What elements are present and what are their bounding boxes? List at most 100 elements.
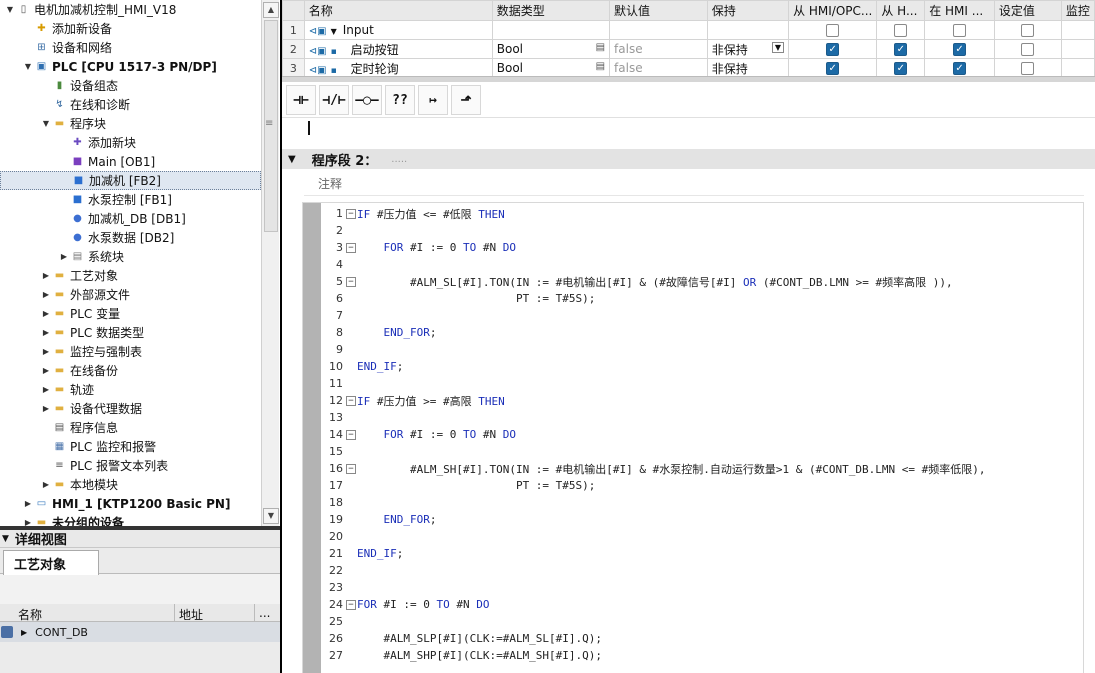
- code-line[interactable]: 22: [321, 562, 1083, 579]
- code-line[interactable]: 9: [321, 341, 1083, 358]
- checkbox-cell[interactable]: ✓: [788, 58, 878, 76]
- expand-right-icon[interactable]: ▶: [40, 404, 52, 413]
- retain-cell[interactable]: 非保持: [706, 58, 790, 76]
- code-line[interactable]: 18: [321, 494, 1083, 511]
- network-comment[interactable]: 注释: [318, 175, 342, 192]
- tree-item[interactable]: ▦ PLC 监控和报警: [0, 437, 261, 456]
- tree-item[interactable]: ■ 水泵控制 [FB1]: [0, 190, 261, 209]
- code-line[interactable]: 27 #ALM_SHP[#I](CLK:=#ALM_SH[#I].Q);: [321, 647, 1083, 664]
- checkbox-cell[interactable]: [993, 20, 1062, 40]
- checkbox[interactable]: ✓: [826, 62, 840, 75]
- variable-name-cell[interactable]: ⊲▣ ▪ 启动按钮: [303, 39, 493, 59]
- checkbox[interactable]: [953, 24, 967, 37]
- interface-row[interactable]: 1 ⊲▣ ▼ Input: [282, 20, 1095, 40]
- code-line[interactable]: 17 PT := T#5S);: [321, 477, 1083, 494]
- network-title-placeholder[interactable]: .....: [391, 154, 407, 165]
- close-branch-icon[interactable]: ⬏: [451, 85, 481, 115]
- scroll-down-icon[interactable]: ▼: [263, 508, 279, 524]
- tree-item[interactable]: ▶ ▬ PLC 数据类型: [0, 323, 261, 342]
- interface-column-header[interactable]: [282, 0, 305, 21]
- col-address[interactable]: 地址: [175, 604, 255, 622]
- code-line[interactable]: 23: [321, 579, 1083, 596]
- expand-right-icon[interactable]: ▶: [40, 271, 52, 280]
- data-type-cell[interactable]: Bool ▤: [491, 39, 611, 59]
- interface-column-header[interactable]: 从 HMI/OPC...: [788, 0, 878, 21]
- detail-view-header[interactable]: ▼ 详细视图: [0, 530, 280, 548]
- tree-item[interactable]: ▶ ▬ 轨迹: [0, 380, 261, 399]
- chevron-down-icon[interactable]: ▼: [2, 534, 9, 544]
- code-line[interactable]: 6 PT := T#5S);: [321, 290, 1083, 307]
- tree-item[interactable]: ✚ 添加新块: [0, 133, 261, 152]
- tree-item[interactable]: ≡ PLC 报警文本列表: [0, 456, 261, 475]
- comment-box[interactable]: [304, 170, 1084, 196]
- checkbox-cell[interactable]: ✓: [876, 39, 926, 59]
- expand-right-icon[interactable]: ▶: [58, 252, 70, 261]
- retain-cell[interactable]: 非保持 ▼: [706, 39, 790, 59]
- code-line[interactable]: 16− #ALM_SH[#I].TON(IN := #电机输出[#I] & #水…: [321, 460, 1083, 477]
- tree-item[interactable]: ▶ ▬ 未分组的设备: [0, 513, 261, 526]
- fold-icon[interactable]: −: [346, 463, 356, 474]
- checkbox[interactable]: [826, 24, 840, 37]
- interface-column-header[interactable]: 从 H...: [876, 0, 926, 21]
- tree-item[interactable]: ▶ ▬ 在线备份: [0, 361, 261, 380]
- code-line[interactable]: 21 END_IF;: [321, 545, 1083, 562]
- fold-icon[interactable]: −: [346, 276, 356, 287]
- interface-column-header[interactable]: 在 HMI ...: [924, 0, 995, 21]
- checkbox[interactable]: [894, 24, 908, 37]
- expand-right-icon[interactable]: ▶: [40, 290, 52, 299]
- interface-column-header[interactable]: 监控: [1060, 0, 1095, 21]
- tree-item[interactable]: ● 水泵数据 [DB2]: [0, 228, 261, 247]
- expand-down-icon[interactable]: ▼: [40, 119, 52, 128]
- code-line[interactable]: 3− FOR #I := 0 TO #N DO: [321, 239, 1083, 256]
- dropdown-icon[interactable]: ▼: [771, 41, 785, 53]
- tree-item[interactable]: ▼ ▯ 电机加减机控制_HMI_V18: [0, 0, 261, 19]
- data-type-cell[interactable]: Bool ▤: [491, 58, 611, 76]
- fold-icon[interactable]: −: [346, 429, 356, 440]
- tree-item[interactable]: ▶ ▬ PLC 变量: [0, 304, 261, 323]
- checkbox[interactable]: [1021, 43, 1035, 56]
- checkbox[interactable]: [1021, 62, 1035, 75]
- tree-item[interactable]: ▼ ▣ PLC [CPU 1517-3 PN/DP]: [0, 57, 261, 76]
- checkbox-cell[interactable]: ✓: [924, 58, 995, 76]
- expand-right-icon[interactable]: ▶: [22, 518, 34, 526]
- code-line[interactable]: 20: [321, 528, 1083, 545]
- checkbox[interactable]: ✓: [953, 43, 967, 56]
- tree-item[interactable]: ▶ ▬ 工艺对象: [0, 266, 261, 285]
- checkbox-cell[interactable]: [993, 39, 1062, 59]
- variable-name-cell[interactable]: ⊲▣ ▼ Input: [303, 20, 493, 40]
- tree-item[interactable]: ▼ ▬ 程序块: [0, 114, 261, 133]
- default-value-cell[interactable]: false: [609, 39, 708, 59]
- type-picker-icon[interactable]: ▤: [596, 42, 605, 53]
- expand-right-icon[interactable]: ▶: [40, 385, 52, 394]
- default-value-cell[interactable]: [609, 20, 708, 40]
- tree-item[interactable]: ⊞ 设备和网络: [0, 38, 261, 57]
- code-line[interactable]: 11: [321, 375, 1083, 392]
- code-line[interactable]: 1− IF #压力值 <= #低限 THEN: [321, 205, 1083, 222]
- checkbox[interactable]: ✓: [953, 62, 967, 75]
- network-header[interactable]: ▼ 程序段 2： .....: [282, 149, 1095, 169]
- open-branch-icon[interactable]: ↦: [418, 85, 448, 115]
- tree-item[interactable]: ↯ 在线和诊断: [0, 95, 261, 114]
- col-name[interactable]: 名称: [0, 604, 175, 622]
- code-line[interactable]: 8 END_FOR;: [321, 324, 1083, 341]
- no-contact-icon[interactable]: ⊣⊢: [286, 85, 316, 115]
- code-line[interactable]: 5− #ALM_SL[#I].TON(IN := #电机输出[#I] & (#故…: [321, 273, 1083, 290]
- code-line[interactable]: 12− IF #压力值 >= #高限 THEN: [321, 392, 1083, 409]
- data-type-cell[interactable]: [491, 20, 611, 40]
- expand-right-icon[interactable]: ▶: [40, 328, 52, 337]
- code-line[interactable]: 24− FOR #I := 0 TO #N DO: [321, 596, 1083, 613]
- fold-icon[interactable]: −: [346, 395, 356, 406]
- variable-name-cell[interactable]: ⊲▣ ▪ 定时轮询: [303, 58, 493, 76]
- tree-item[interactable]: ✚ 添加新设备: [0, 19, 261, 38]
- empty-box-icon[interactable]: ??: [385, 85, 415, 115]
- tree-scrollbar[interactable]: ▲ ≡ ▼: [261, 0, 279, 526]
- code-line[interactable]: 25: [321, 613, 1083, 630]
- detail-row[interactable]: ▶ CONT_DB: [0, 622, 280, 642]
- checkbox-cell[interactable]: [993, 58, 1062, 76]
- expand-right-icon[interactable]: ▶: [22, 499, 34, 508]
- tree-item[interactable]: ▶ ▤ 系统块: [0, 247, 261, 266]
- interface-column-header[interactable]: 数据类型: [491, 0, 611, 21]
- expand-down-icon[interactable]: ▼: [22, 62, 34, 71]
- tree-item[interactable]: ▶ ▬ 设备代理数据: [0, 399, 261, 418]
- col-more[interactable]: ...: [255, 604, 277, 621]
